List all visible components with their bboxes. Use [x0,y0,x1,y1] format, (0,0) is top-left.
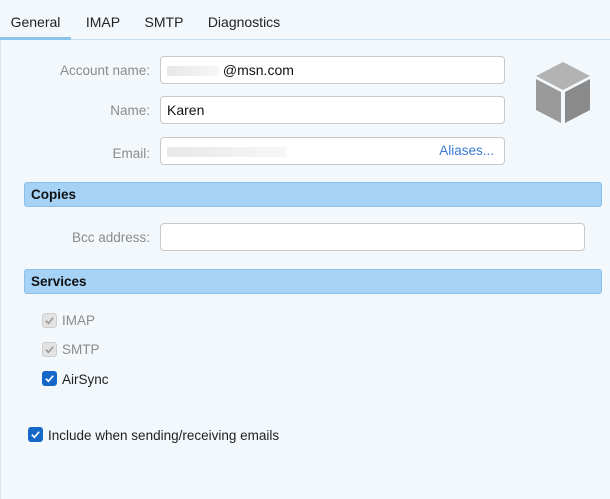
account-name-value: @msn.com [222,62,294,78]
tab-diagnostics[interactable]: Diagnostics [202,0,286,39]
email-label: Email: [112,146,150,161]
checkmark-icon [31,431,40,439]
account-name-field[interactable]: @msn.com [160,56,505,84]
aliases-link[interactable]: Aliases... [439,138,494,164]
checkmark-icon [45,346,54,354]
imap-checkbox[interactable] [42,313,57,328]
include-send-receive-label: Include when sending/receiving emails [48,428,280,443]
copies-section-header: Copies [24,182,602,207]
imap-label: IMAP [62,313,96,328]
tab-general[interactable]: General [0,0,71,40]
redacted-text [167,147,287,158]
airsync-label: AirSync [62,372,109,387]
include-send-receive-checkbox[interactable] [28,427,43,442]
checkmark-icon [45,375,54,383]
bcc-label: Bcc address: [71,230,150,245]
name-field[interactable]: Karen [160,96,505,124]
tab-bar: General IMAP SMTP Diagnostics [0,0,610,40]
email-field[interactable]: Aliases... [160,137,505,165]
name-label: Name: [110,103,150,118]
smtp-checkbox[interactable] [42,342,57,357]
tab-imap[interactable]: IMAP [80,0,126,39]
tab-smtp[interactable]: SMTP [140,0,188,39]
smtp-label: SMTP [62,342,100,357]
bcc-address-input[interactable] [160,223,585,251]
cube-icon [533,60,593,126]
redacted-text [167,66,219,77]
name-value: Karen [167,102,205,118]
account-name-label: Account name: [59,63,150,78]
services-section-header: Services [24,269,602,294]
airsync-checkbox[interactable] [42,371,57,386]
checkmark-icon [45,317,54,325]
